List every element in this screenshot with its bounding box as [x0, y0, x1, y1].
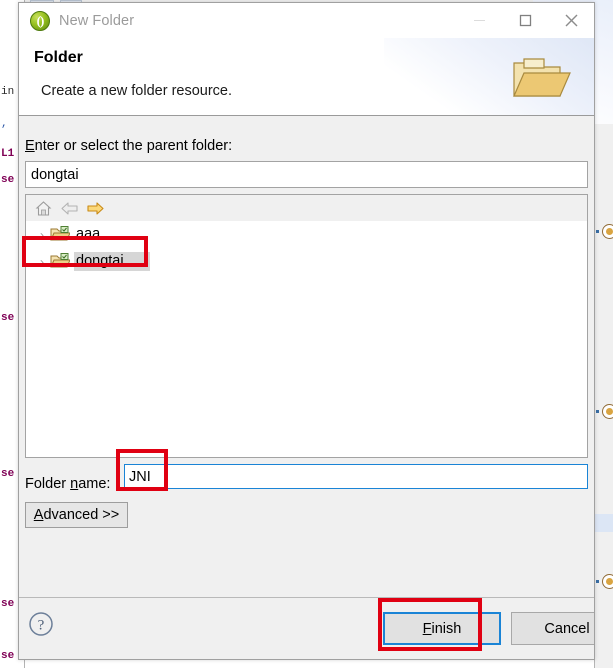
project-folder-icon: [50, 226, 71, 243]
background-code-line: se: [1, 598, 15, 610]
background-code-line: in: [1, 86, 15, 98]
background-code-line: se: [1, 468, 15, 480]
dialog-header: Folder Create a new folder resource.: [19, 38, 594, 116]
window-controls: [456, 3, 594, 38]
advanced-button-rest: dvanced >>: [43, 507, 120, 523]
background-code-line: ,: [1, 118, 8, 130]
advanced-button[interactable]: Advanced >>: [25, 502, 128, 528]
finish-button-rest: inish: [431, 620, 462, 637]
folder-name-label-pre: Folder: [25, 476, 71, 492]
dialog-footer: ? Finish Cancel: [19, 597, 594, 659]
parent-folder-label: Enter or select the parent folder:: [25, 138, 232, 154]
advanced-button-mnemonic: A: [33, 507, 44, 523]
folder-name-label-rest: ame:: [78, 476, 111, 492]
tree-expander-icon[interactable]: ›: [34, 229, 50, 241]
background-code-line: L1: [1, 148, 15, 160]
close-icon[interactable]: [548, 3, 594, 38]
folder-name-label-mnemonic: n: [70, 476, 79, 492]
new-folder-dialog: () New Folder Folder Create a new folder…: [18, 2, 595, 660]
help-icon[interactable]: ?: [27, 610, 55, 638]
finish-button[interactable]: Finish: [383, 612, 501, 645]
folder-tree[interactable]: › aaa › dongtai: [26, 221, 587, 457]
cancel-button[interactable]: Cancel: [511, 612, 594, 645]
svg-text:?: ?: [38, 618, 45, 634]
dialog-body: Enter or select the parent folder: dongt…: [19, 116, 594, 597]
tree-item-aaa[interactable]: › aaa: [26, 221, 587, 248]
folder-name-label: Folder name:: [25, 476, 110, 492]
background-panel-marker: [596, 410, 599, 413]
eclipse-wizard-icon: (): [30, 10, 50, 31]
page-title: Folder: [34, 49, 83, 66]
tree-expander-icon[interactable]: ›: [34, 256, 50, 268]
forward-arrow-icon[interactable]: [82, 196, 108, 220]
parent-folder-input[interactable]: [25, 161, 588, 188]
background-outline-panel: [594, 124, 613, 668]
home-icon[interactable]: [30, 196, 56, 220]
finish-button-mnemonic: F: [422, 620, 432, 637]
background-panel-item: [602, 404, 613, 419]
background-panel-marker: [596, 580, 599, 583]
minimize-icon[interactable]: [456, 3, 502, 38]
folder-tree-panel: › aaa › dongtai: [25, 194, 588, 458]
page-description: Create a new folder resource.: [41, 83, 233, 99]
background-code-line: se: [1, 174, 15, 186]
background-code-line: se: [1, 312, 15, 324]
open-folder-icon: [510, 51, 572, 103]
tree-toolbar: [26, 195, 587, 221]
tree-item-label: dongtai: [74, 252, 150, 271]
background-panel-item: [602, 574, 613, 589]
parent-folder-label-mnemonic: E: [25, 138, 35, 154]
dialog-titlebar[interactable]: () New Folder: [19, 3, 594, 38]
background-panel-selection: [595, 514, 613, 532]
maximize-icon[interactable]: [502, 3, 548, 38]
background-code-line: se: [1, 650, 15, 662]
tree-item-dongtai[interactable]: › dongtai: [26, 248, 587, 275]
parent-folder-label-rest: nter or select the parent folder:: [34, 138, 233, 154]
dialog-title: New Folder: [59, 12, 135, 29]
folder-name-input[interactable]: [124, 464, 588, 489]
project-folder-icon: [50, 253, 71, 270]
back-arrow-icon[interactable]: [56, 196, 82, 220]
background-panel-item: [602, 224, 613, 239]
background-panel-marker: [596, 230, 599, 233]
tree-item-label: aaa: [76, 226, 101, 242]
